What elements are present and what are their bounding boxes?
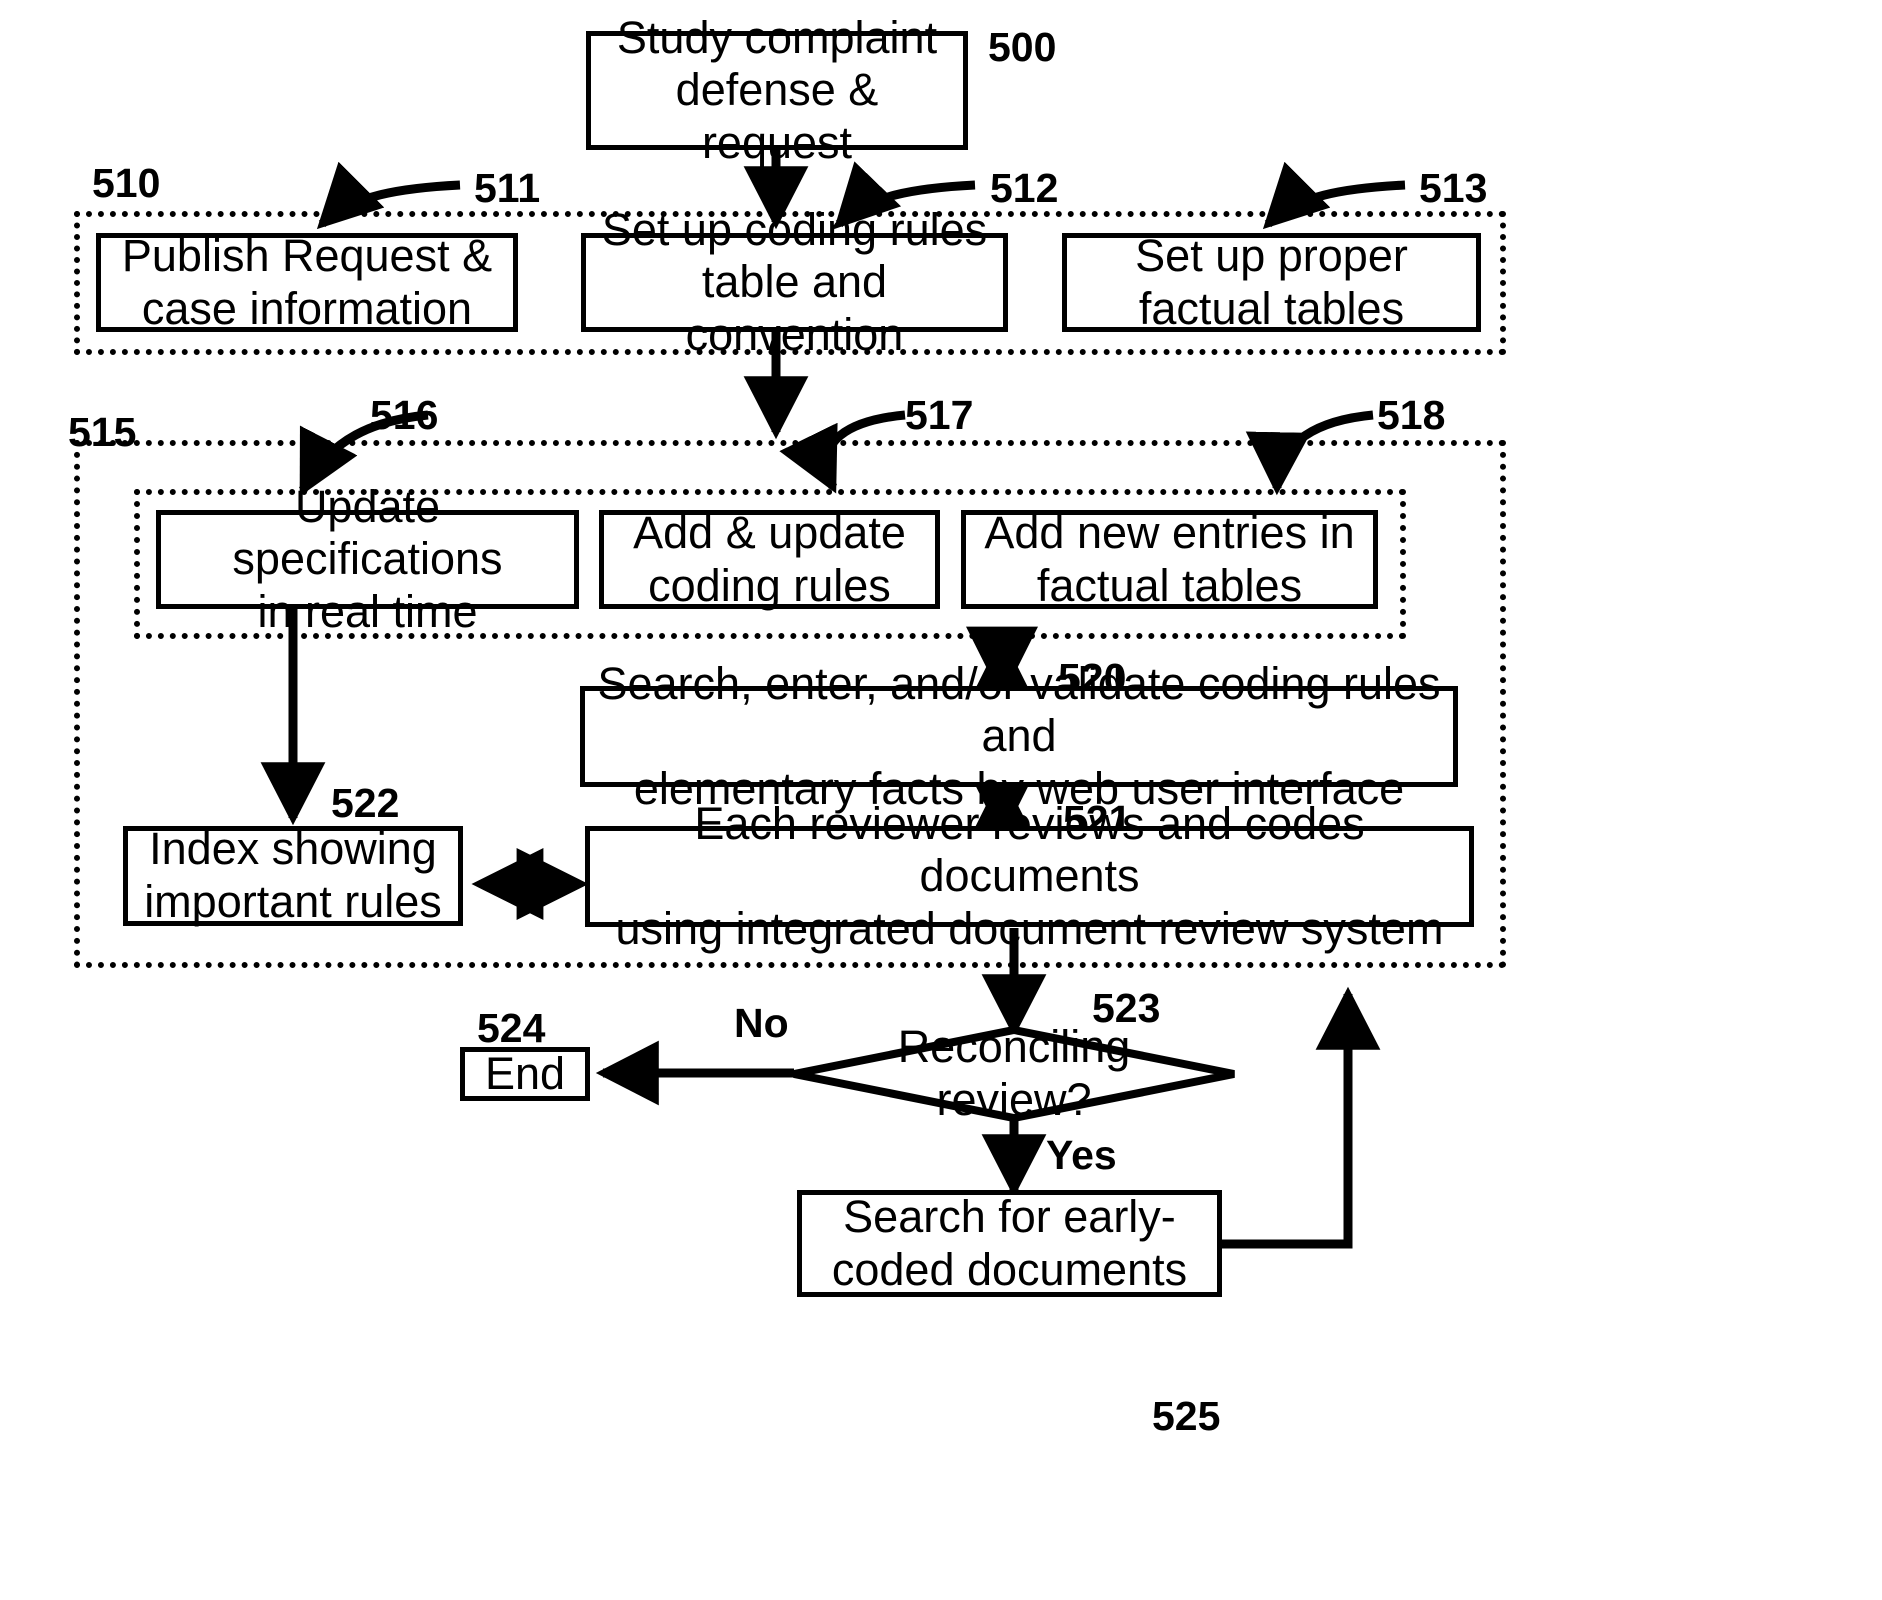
node-516-update-specifications[interactable]: Update specifications in real time [156,481,579,637]
ref-510: 510 [92,160,161,206]
node-512-setup-coding-rules[interactable]: Set up coding rules table and convention [581,204,1008,360]
ref-523: 523 [1092,985,1161,1031]
node-511-publish-request[interactable]: Publish Request & case information [96,230,518,334]
node-525-search-early-coded[interactable]: Search for early- coded documents [797,1190,1222,1297]
node-524-end[interactable]: End [460,1047,590,1101]
ref-512: 512 [990,165,1059,211]
diamond-shape [793,1025,1235,1123]
node-518-add-new-entries[interactable]: Add new entries in factual tables [961,507,1378,611]
branch-label-yes: Yes [1046,1132,1117,1178]
ref-511: 511 [474,165,541,211]
node-start-study-complaint[interactable]: Study complaint defense & request [586,12,968,168]
ref-516: 516 [370,392,439,438]
node-517-add-update-coding-rules[interactable]: Add & update coding rules [599,507,940,611]
ref-513: 513 [1419,165,1488,211]
node-513-setup-factual-tables[interactable]: Set up proper factual tables [1062,230,1481,334]
ref-515: 515 [68,409,137,455]
ref-517: 517 [905,392,974,438]
ref-525: 525 [1152,1393,1221,1439]
ref-522: 522 [331,780,400,826]
ref-500: 500 [988,24,1057,70]
ref-524: 524 [477,1005,546,1051]
branch-label-no: No [734,1000,789,1046]
flowchart-canvas: 500 510 511 512 513 515 516 517 518 520 … [0,0,1882,1600]
node-520-search-enter-validate[interactable]: Search, enter, and/or validate coding ru… [580,658,1458,814]
node-521-each-reviewer-reviews[interactable]: Each reviewer reviews and codes document… [585,798,1474,954]
edge-525-feedback-loop [1222,986,1381,1249]
node-523-reconciling-review[interactable]: Reconciling review? [793,1021,1235,1125]
node-522-index-showing-rules[interactable]: Index showing important rules [123,823,463,927]
ref-518: 518 [1377,392,1446,438]
